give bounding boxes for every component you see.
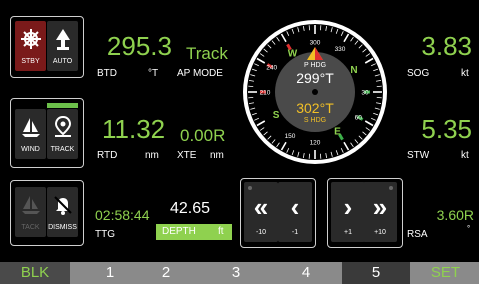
mode-button-panel: STBY AUTO xyxy=(10,16,84,78)
tab-3[interactable]: 3 xyxy=(202,262,270,284)
compass-degree-label: 30 xyxy=(361,90,369,97)
compass-center-dot xyxy=(312,89,318,95)
tab-label: 5 xyxy=(371,264,381,281)
compass-degree-label: 150 xyxy=(285,133,296,140)
auto-button[interactable]: AUTO xyxy=(47,21,78,71)
minus-10-button[interactable]: « -10 xyxy=(244,182,278,242)
wind-button[interactable]: WIND xyxy=(15,109,46,159)
tack-label: TACK xyxy=(21,224,40,231)
helm-wheel-icon xyxy=(15,27,46,51)
tack-icon xyxy=(15,193,46,217)
sailboat-wind-icon xyxy=(15,115,46,139)
plus-10-label: +10 xyxy=(374,229,386,236)
ttg-value: 02:58:44 xyxy=(95,207,150,223)
stw-value: 5.35 xyxy=(421,114,472,144)
tab-4[interactable]: 4 xyxy=(272,262,340,284)
track-active-bar xyxy=(47,103,78,108)
tab-label: 1 xyxy=(105,264,115,281)
steer-button-panel: WIND TRACK xyxy=(10,98,84,168)
tack-button[interactable]: TACK xyxy=(15,187,46,237)
tab-5[interactable]: 5 xyxy=(342,262,410,284)
chevron-left-icon: ‹ xyxy=(290,192,300,222)
tab-label: BLK xyxy=(20,264,50,281)
rsa-label: RSA xyxy=(407,229,428,240)
waypoint-pin-icon xyxy=(47,115,78,139)
double-chevron-right-icon: » xyxy=(372,192,388,222)
depth-value: 42.65 xyxy=(170,200,211,217)
plus-1-label: +1 xyxy=(344,229,352,236)
key-indicator-dot xyxy=(389,186,393,190)
compass-degree-label: 330 xyxy=(335,46,346,53)
wind-label: WIND xyxy=(21,146,40,153)
dismiss-label: DISMISS xyxy=(48,224,77,231)
tab-label: 3 xyxy=(231,264,241,281)
stw-unit: kt xyxy=(461,150,469,161)
depth-box: DEPTH ft xyxy=(156,224,232,240)
key-indicator-dot xyxy=(248,186,252,190)
tab-label: 4 xyxy=(301,264,311,281)
tab-2[interactable]: 2 xyxy=(132,262,200,284)
alarm-bell-icon xyxy=(47,193,78,217)
xte-unit: nm xyxy=(210,150,224,161)
btd-value: 295.3 xyxy=(106,31,172,61)
auto-label: AUTO xyxy=(52,58,73,65)
dismiss-button[interactable]: DISMISS xyxy=(47,187,78,237)
sog-label: SOG xyxy=(407,68,430,79)
tab-label: 2 xyxy=(161,264,171,281)
sog-unit: kt xyxy=(461,68,469,79)
ttg-label: TTG xyxy=(95,229,115,240)
rtd-label: RTD xyxy=(97,150,118,161)
double-chevron-left-icon: « xyxy=(253,192,269,222)
alarm-button-panel: TACK DISMISS xyxy=(10,180,84,246)
ap-mode-value: Track xyxy=(186,44,228,63)
chevron-right-icon: › xyxy=(343,192,353,222)
compass-rose: 300 330 30 60 120 150 210 240 W N E S P HDG 299°T 3… xyxy=(240,14,404,174)
ap-mode-label: AP MODE xyxy=(177,68,223,79)
track-label: TRACK xyxy=(50,146,75,153)
depth-unit: ft xyxy=(218,226,224,237)
depth-label: DEPTH xyxy=(162,226,196,237)
s-hdg-value: 302°T xyxy=(296,100,334,116)
plus-1-button[interactable]: › +1 xyxy=(331,182,365,242)
p-hdg-label: P HDG xyxy=(303,62,327,69)
rsa-value: 3.60R xyxy=(436,207,474,223)
minus-10-label: -10 xyxy=(255,229,267,236)
minus-1-button[interactable]: ‹ -1 xyxy=(278,182,312,242)
stby-button[interactable]: STBY xyxy=(15,21,46,71)
stw-label: STW xyxy=(407,150,430,161)
compass-degree-label: 300 xyxy=(310,40,321,47)
minus-1-label: -1 xyxy=(291,229,299,236)
rtd-unit: nm xyxy=(145,150,159,161)
s-hdg-label: S HDG xyxy=(303,117,327,124)
compass-degree-label: 210 xyxy=(260,90,271,97)
track-button[interactable]: TRACK xyxy=(47,109,78,159)
stby-label: STBY xyxy=(21,58,40,65)
rsa-unit: ° xyxy=(467,224,471,233)
autopilot-arrow-icon xyxy=(47,27,78,51)
btd-unit: °T xyxy=(148,68,159,79)
compass-cardinal-label: E xyxy=(334,126,341,137)
tab-label: SET xyxy=(430,264,461,281)
rtd-value: 11.32 xyxy=(102,114,166,144)
xte-value: 0.00R xyxy=(180,126,226,145)
xte-label: XTE xyxy=(177,150,197,161)
tab-set[interactable]: SET xyxy=(412,262,479,284)
plus-10-button[interactable]: » +10 xyxy=(363,182,397,242)
page-tab-bar: BLK 1 2 3 4 5 SET xyxy=(0,262,479,284)
btd-label: BTD xyxy=(97,68,117,79)
p-hdg-value: 299°T xyxy=(296,70,334,86)
compass-degree-label: 120 xyxy=(310,140,321,147)
tab-blk[interactable]: BLK xyxy=(0,262,70,284)
sog-value: 3.83 xyxy=(421,31,472,61)
